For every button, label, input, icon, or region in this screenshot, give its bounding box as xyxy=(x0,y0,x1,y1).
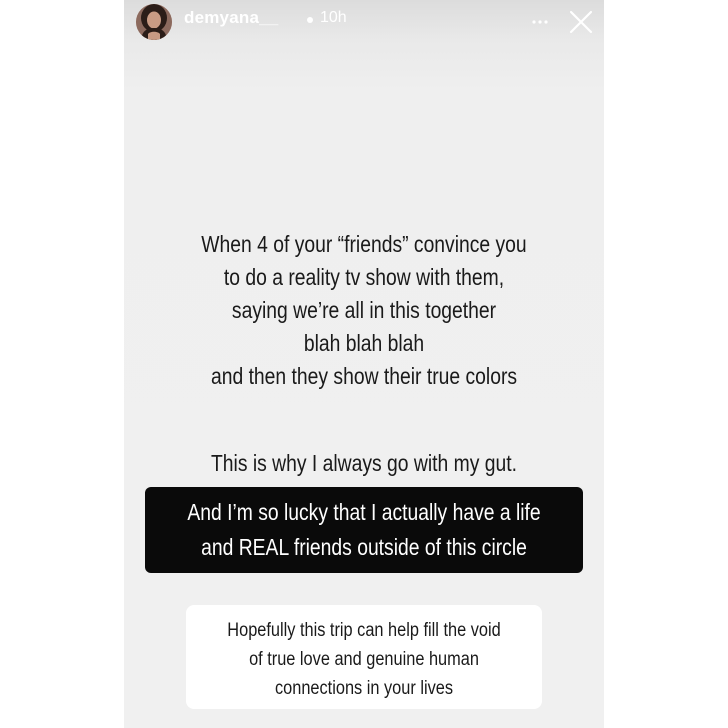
text-line: saying we’re all in this together xyxy=(231,297,497,323)
close-icon[interactable] xyxy=(568,9,594,35)
more-horizontal-icon[interactable] xyxy=(528,8,552,32)
text-line: And I’m so lucky that I actually have a … xyxy=(187,499,541,525)
caption-text-box: Hopefully this trip can help fill the vo… xyxy=(186,605,542,709)
story-viewer[interactable]: demyana__ 10h When 4 of your “friends” c… xyxy=(124,0,604,728)
text-line: blah blah blah xyxy=(303,330,425,356)
story-main-text: When 4 of your “friends” convince you to… xyxy=(162,228,565,393)
page: demyana__ 10h When 4 of your “friends” c… xyxy=(0,0,728,728)
username[interactable]: demyana__ xyxy=(184,8,278,28)
story-header: demyana__ 10h xyxy=(124,0,604,46)
text-line: When 4 of your “friends” convince you xyxy=(201,231,527,257)
highlight-text-box: And I’m so lucky that I actually have a … xyxy=(145,487,583,573)
avatar[interactable] xyxy=(136,4,172,40)
caption-text: Hopefully this trip can help fill the vo… xyxy=(211,616,517,703)
text-line: and then they show their true colors xyxy=(210,363,518,389)
story-gut-text: This is why I always go with my gut. xyxy=(210,450,517,476)
text-line: Hopefully this trip can help fill the vo… xyxy=(227,620,501,641)
separator-dot xyxy=(307,17,313,23)
post-time: 10h xyxy=(320,9,347,26)
text-line: and REAL friends outside of this circle xyxy=(201,534,527,560)
text-line: of true love and genuine human xyxy=(249,649,479,670)
highlight-text: And I’m so lucky that I actually have a … xyxy=(180,495,548,565)
text-line: to do a reality tv show with them, xyxy=(223,264,505,290)
text-line: connections in your lives xyxy=(274,678,454,699)
avatar-image xyxy=(136,4,172,40)
